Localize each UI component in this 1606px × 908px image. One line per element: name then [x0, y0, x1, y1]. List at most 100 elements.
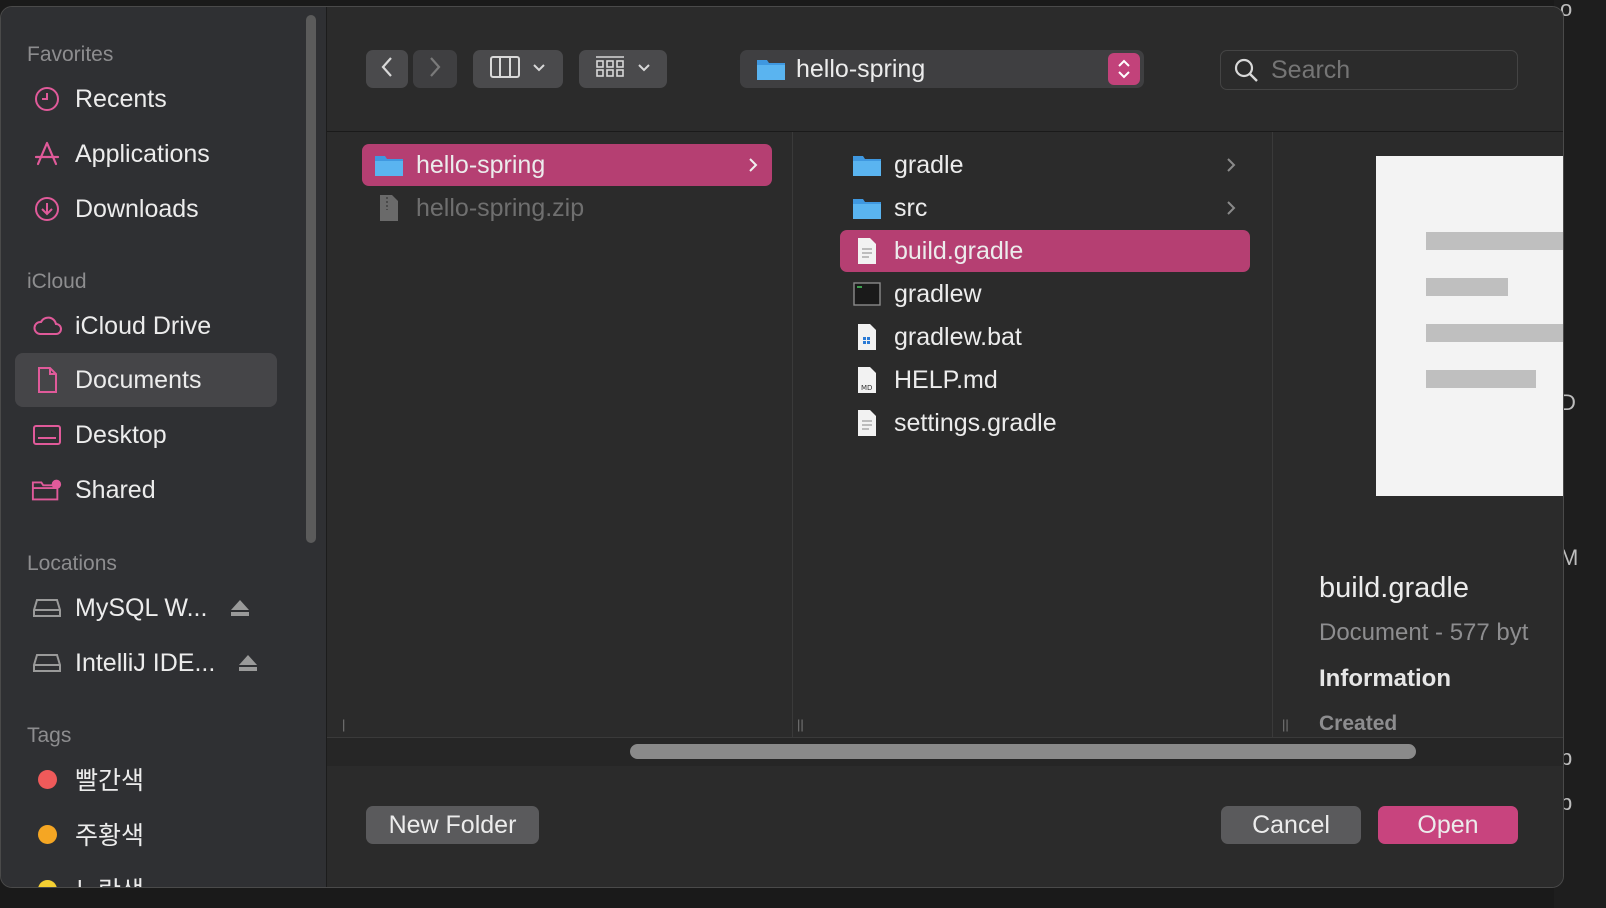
list-item-settings-gradle[interactable]: settings.gradle — [840, 402, 1250, 444]
sidebar-item-label: MySQL W... — [75, 593, 208, 622]
search-input[interactable] — [1269, 54, 1493, 86]
sidebar-scrollbar[interactable] — [306, 15, 316, 543]
chevron-right-icon — [428, 56, 442, 83]
markdown-file-icon: MD — [852, 365, 882, 395]
view-mode-button[interactable] — [473, 50, 563, 88]
shared-folder-icon — [31, 474, 63, 506]
sidebar-item-label: IntelliJ IDE... — [75, 648, 216, 677]
sidebar-item-mysql-workbench[interactable]: MySQL W... — [15, 581, 277, 635]
zip-file-icon — [374, 193, 404, 223]
list-item-hello-spring[interactable]: hello-spring — [362, 144, 772, 186]
sidebar-item-applications[interactable]: Applications — [15, 127, 277, 181]
preview-pane: build.gradle Document - 577 byt Informat… — [1312, 132, 1563, 737]
drive-icon — [31, 592, 63, 624]
sidebar-section-icloud: iCloud — [27, 270, 87, 293]
list-item-src[interactable]: src — [840, 187, 1250, 229]
cloud-icon — [31, 310, 63, 342]
sidebar-item-label: 빨간색 — [75, 767, 145, 795]
back-button[interactable] — [366, 50, 408, 88]
toolbar: hello-spring — [327, 7, 1563, 132]
chevron-right-icon — [746, 155, 760, 175]
list-item-help-md[interactable]: MD HELP.md — [840, 359, 1250, 401]
sidebar-item-label: Desktop — [75, 420, 167, 449]
chevron-down-icon — [637, 60, 651, 78]
chevron-right-icon — [1224, 198, 1238, 218]
chevron-right-icon — [1224, 155, 1238, 175]
chevron-down-icon — [532, 60, 546, 78]
horizontal-scroll-thumb[interactable] — [630, 744, 1416, 759]
forward-button[interactable] — [413, 50, 457, 88]
sidebar-item-label: iCloud Drive — [75, 311, 212, 340]
search-icon — [1233, 57, 1259, 83]
sidebar-item-icloud-drive[interactable]: iCloud Drive — [15, 299, 277, 353]
column-resize-handle[interactable]: || — [1282, 717, 1292, 732]
horizontal-scrollbar[interactable] — [327, 737, 1563, 767]
sidebar-item-documents[interactable]: Documents — [15, 353, 277, 407]
folder-icon — [852, 193, 882, 223]
search-field[interactable] — [1220, 50, 1518, 90]
sidebar-item-desktop[interactable]: Desktop — [15, 408, 277, 462]
list-item-gradle[interactable]: gradle — [840, 144, 1250, 186]
group-by-button[interactable] — [579, 50, 667, 88]
list-item-gradlew-bat[interactable]: gradlew.bat — [840, 316, 1250, 358]
sidebar-item-downloads[interactable]: Downloads — [15, 182, 277, 236]
grid-group-icon — [595, 55, 625, 84]
document-icon — [31, 364, 63, 396]
sidebar-section-tags: Tags — [27, 724, 72, 747]
sidebar-item-label: Documents — [75, 365, 202, 394]
sidebar-item-label: Downloads — [75, 194, 199, 223]
text-document-icon — [852, 408, 882, 438]
clock-icon — [31, 83, 63, 115]
location-label: hello-spring — [796, 54, 926, 83]
column-1: hello-spring hello-spring.zip | || — [342, 132, 804, 737]
preview-file-kind: Document - 577 byt — [1319, 619, 1529, 646]
folder-icon — [852, 150, 882, 180]
sidebar-item-label: 노란색 — [75, 871, 144, 887]
sidebar-item-recents[interactable]: Recents — [15, 72, 277, 126]
text-document-icon — [852, 236, 882, 266]
location-popup[interactable]: hello-spring — [740, 50, 1144, 88]
document-preview-thumbnail — [1376, 156, 1563, 496]
open-file-dialog: Favorites Recents Applications Downloads… — [0, 6, 1564, 888]
updown-arrows-icon — [1108, 53, 1140, 85]
sidebar-section-favorites: Favorites — [27, 43, 114, 66]
windows-batch-icon — [852, 322, 882, 352]
svg-text:MD: MD — [861, 384, 872, 392]
tag-dot-icon — [31, 818, 63, 850]
tag-dot-icon — [31, 873, 63, 887]
eject-icon[interactable] — [237, 652, 259, 674]
sidebar-item-shared[interactable]: Shared — [15, 463, 277, 517]
cancel-button[interactable]: Cancel — [1221, 806, 1361, 844]
sidebar-item-label: Recents — [75, 84, 167, 113]
column-2: gradle src build.gradle gradlew gradlew.… — [822, 132, 1289, 737]
list-item-build-gradle[interactable]: build.gradle — [840, 230, 1250, 272]
preview-information-heading: Information — [1319, 665, 1451, 692]
download-icon — [31, 193, 63, 225]
column-browser: hello-spring hello-spring.zip | || gradl… — [327, 132, 1563, 737]
column-resize-handle[interactable]: | — [342, 717, 352, 732]
preview-created-label: Created — [1319, 712, 1398, 735]
sidebar-item-label: 주황색 — [75, 822, 145, 850]
sidebar: Favorites Recents Applications Downloads… — [1, 7, 327, 887]
sidebar-item-tag-orange[interactable]: 주황색 — [15, 807, 277, 861]
sidebar-item-intellij[interactable]: IntelliJ IDE... — [15, 636, 277, 690]
desktop-icon — [31, 419, 63, 451]
sidebar-item-label: Applications — [75, 139, 210, 168]
new-folder-button[interactable]: New Folder — [366, 806, 539, 844]
applications-icon — [31, 138, 63, 170]
columns-view-icon — [490, 55, 520, 83]
eject-icon[interactable] — [229, 597, 251, 619]
list-item-gradlew[interactable]: gradlew — [840, 273, 1250, 315]
sidebar-item-tag-yellow[interactable]: 노란색 — [15, 862, 277, 887]
drive-icon — [31, 647, 63, 679]
list-item-hello-spring-zip[interactable]: hello-spring.zip — [362, 187, 772, 229]
folder-icon — [374, 150, 404, 180]
terminal-exec-icon — [852, 279, 882, 309]
sidebar-item-tag-red[interactable]: 빨간색 — [15, 752, 277, 806]
dialog-button-bar: New Folder Cancel Open — [327, 766, 1563, 887]
column-resize-handle[interactable]: || — [797, 717, 807, 732]
tag-dot-icon — [31, 763, 63, 795]
sidebar-item-label: Shared — [75, 475, 156, 504]
open-button[interactable]: Open — [1378, 806, 1518, 844]
sidebar-section-locations: Locations — [27, 552, 117, 575]
